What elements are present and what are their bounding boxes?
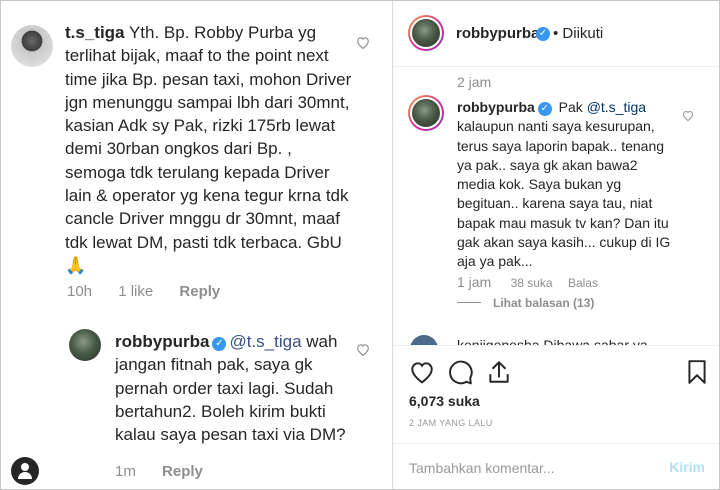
reply-comment: robbypurba ✓ @t.s_tiga wah jangan fitnah p…	[115, 330, 355, 446]
reply-button[interactable]: Reply	[162, 463, 203, 480]
follow-status[interactable]: • Diikuti	[553, 25, 603, 42]
like-heart-icon[interactable]	[356, 343, 370, 357]
previous-comment-time: 2 jam	[457, 74, 492, 90]
next-comment-peek: kenjigenesha Dibawa sabar ya	[457, 337, 648, 345]
comment-mention[interactable]: @t.s_tiga	[587, 99, 646, 115]
replies-dash	[457, 302, 481, 303]
comment-text: Yth. Bp. Robby Purba yg terlihat bijak, …	[65, 23, 352, 275]
view-replies-label: Lihat balasan (13)	[493, 296, 595, 310]
comment-like-count[interactable]: 38 suka	[511, 276, 553, 290]
comment-time: 10h	[67, 283, 93, 300]
comment-prefix: Pak	[554, 99, 587, 115]
comment-text: kalaupun nanti saya kesurupan, terus say…	[457, 118, 671, 270]
post-time-ago: 2 JAM YANG LALU	[409, 418, 493, 428]
sidebar-comment-meta: 1 jam 38 suka Balas	[457, 274, 610, 290]
header-avatar[interactable]	[408, 15, 444, 51]
main-comment-meta: 10h 1 like Reply	[67, 283, 242, 300]
comment-like-count[interactable]: 1 like	[118, 283, 153, 300]
post-actions: 6,073 suka 2 JAM YANG LALU Kirim	[393, 345, 719, 490]
reply-button[interactable]: Balas	[568, 276, 598, 290]
reply-mention[interactable]: @t.s_tiga	[229, 332, 301, 351]
post-header: robbypurba ✓ • Diikuti	[393, 1, 719, 67]
add-comment-bar: Kirim	[393, 443, 719, 490]
like-heart-icon[interactable]	[682, 108, 694, 122]
comment-time: 1 jam	[457, 274, 492, 290]
reply-comment-meta: 1m Reply	[115, 463, 225, 480]
avatar-t-s-tiga[interactable]	[11, 25, 53, 67]
avatar-robbypurba[interactable]	[69, 329, 101, 361]
reply-username[interactable]: robbypurba	[115, 332, 209, 351]
desktop-post-sidebar: robbypurba ✓ • Diikuti 2 jam robbypurba ✓…	[393, 1, 719, 489]
reply-time: 1m	[115, 463, 136, 480]
verified-badge-icon: ✓	[212, 337, 227, 351]
like-heart-icon[interactable]	[356, 36, 370, 50]
sidebar-comment: robbypurba ✓ Pak @t.s_tiga kalaupun nanti…	[457, 98, 677, 272]
mobile-comment-thread: t.s_tiga Yth. Bp. Robby Purba yg terliha…	[1, 1, 392, 489]
profile-icon[interactable]	[11, 457, 39, 485]
next-comment-avatar[interactable]	[410, 335, 438, 345]
reply-button[interactable]: Reply	[179, 283, 220, 300]
likes-count[interactable]: 6,073 suka	[409, 393, 480, 409]
verified-badge-icon: ✓	[536, 27, 550, 41]
comment-bubble-icon[interactable]	[448, 359, 474, 385]
share-icon[interactable]	[486, 359, 512, 385]
comment-username[interactable]: robbypurba	[457, 99, 535, 115]
view-replies-link[interactable]: Lihat balasan (13)	[457, 296, 594, 310]
comment-username[interactable]: t.s_tiga	[65, 23, 125, 42]
comment-avatar[interactable]	[408, 95, 444, 131]
comment-input[interactable]	[409, 456, 649, 480]
bookmark-icon[interactable]	[684, 359, 710, 385]
post-comment-button[interactable]: Kirim	[669, 459, 705, 475]
main-comment: t.s_tiga Yth. Bp. Robby Purba yg terliha…	[65, 21, 355, 277]
like-heart-icon[interactable]	[409, 359, 435, 385]
header-username[interactable]: robbypurba	[456, 25, 539, 42]
verified-badge-icon: ✓	[537, 102, 552, 116]
